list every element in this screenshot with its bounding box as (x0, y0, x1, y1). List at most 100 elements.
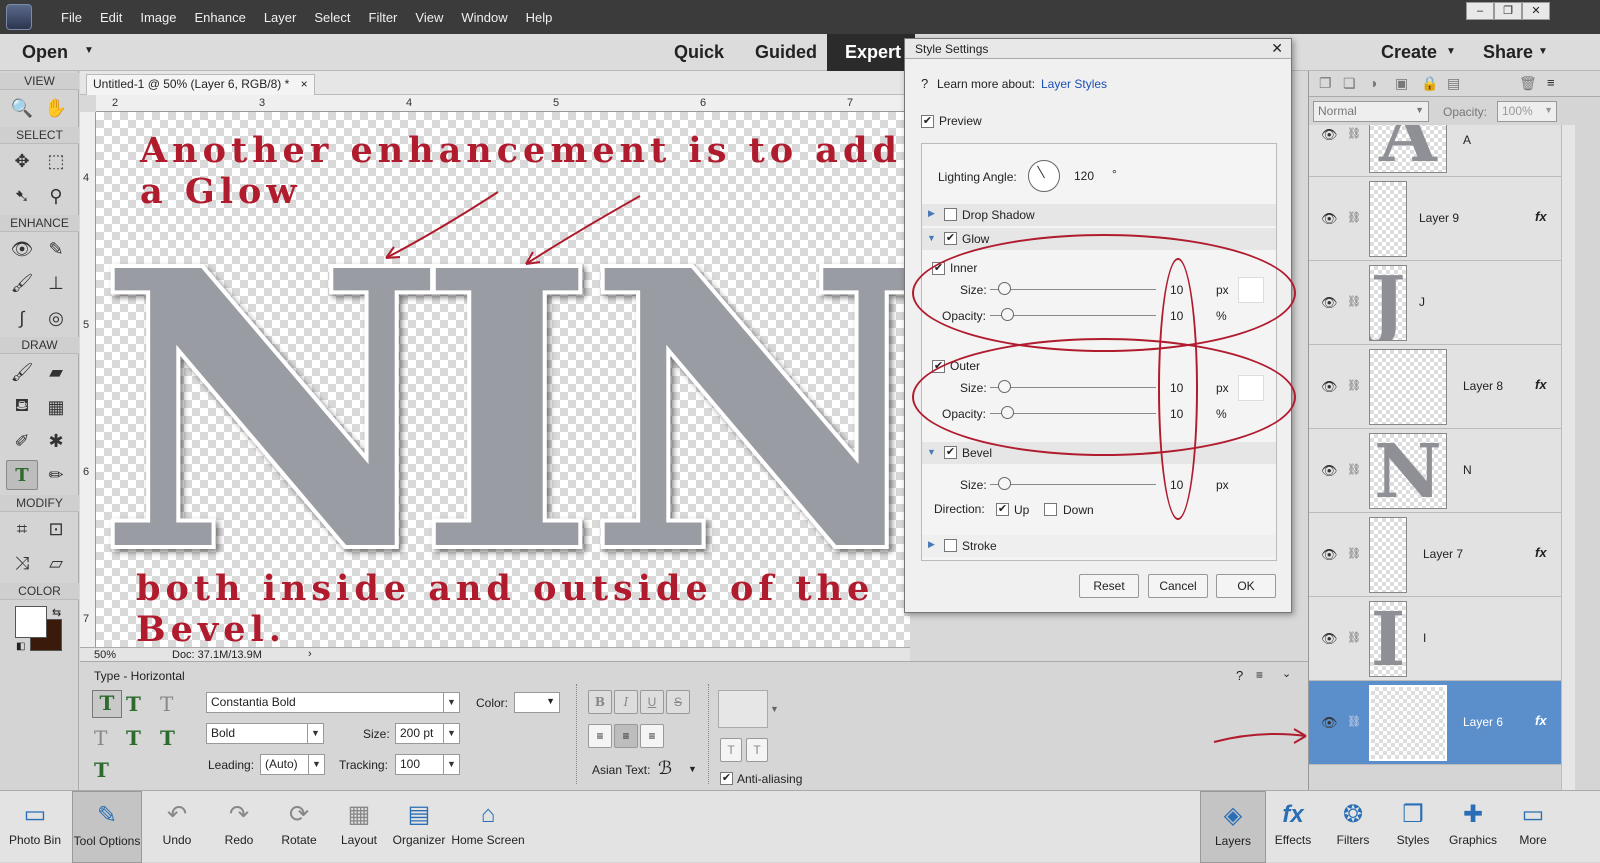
leading-input[interactable]: (Auto) ▼ (260, 754, 325, 775)
menu-enhance[interactable]: Enhance (186, 10, 255, 25)
menu-filter[interactable]: Filter (360, 10, 407, 25)
mode-expert[interactable]: Expert (827, 34, 916, 71)
document-canvas[interactable]: Another enhancement is to add a Glow N I… (96, 112, 910, 647)
stroke-checkbox[interactable] (944, 539, 957, 552)
menu-image[interactable]: Image (131, 10, 185, 25)
text-orientation-vertical-icon[interactable]: T (746, 738, 768, 762)
layer-row[interactable]: 👁 ⛓ I I (1309, 597, 1561, 681)
type-on-shape-icon[interactable]: T (160, 726, 175, 750)
mode-quick[interactable]: Quick (674, 42, 724, 63)
gradient-tool-icon[interactable]: ▦ (40, 392, 72, 422)
menu-file[interactable]: File (52, 10, 91, 25)
asian-text-icon[interactable]: ℬ (658, 758, 672, 779)
type-tool-icon[interactable]: T (6, 460, 38, 490)
reset-button[interactable]: Reset (1079, 574, 1139, 598)
panel-menu-icon[interactable]: ≡ (1256, 668, 1263, 682)
collapse-arrow-icon[interactable]: ▼ (927, 233, 936, 243)
warp-text-preview[interactable] (718, 690, 768, 728)
direction-up-checkbox[interactable]: ✔ (996, 503, 1009, 516)
create-button[interactable]: Create (1381, 42, 1437, 63)
menu-window[interactable]: Window (452, 10, 516, 25)
zoom-level[interactable]: 50% (94, 649, 116, 661)
recompose-tool-icon[interactable]: ⊡ (40, 514, 72, 544)
photo-bin-button[interactable]: ▭ Photo Bin (0, 791, 70, 863)
layer-row[interactable]: 👁 ⛓ A A (1309, 125, 1561, 177)
eye-icon[interactable]: 👁 (1321, 631, 1338, 647)
bold-button[interactable]: B (588, 690, 612, 714)
glow-checkbox[interactable]: ✔ (944, 232, 957, 245)
adjustment-layer-icon[interactable]: ◑ (1369, 75, 1377, 91)
align-right-icon[interactable]: ≡ (640, 724, 664, 748)
trash-icon[interactable]: 🗑 (1519, 75, 1537, 92)
status-arrow-icon[interactable]: › (308, 648, 312, 660)
clone-stamp-tool-icon[interactable]: ⊥ (40, 268, 72, 298)
direction-down-checkbox[interactable] (1044, 503, 1057, 516)
vertical-type-mask-icon[interactable]: T (94, 726, 107, 750)
layers-button[interactable]: ◈ Layers (1200, 791, 1266, 863)
eye-icon[interactable]: 👁 (1321, 211, 1338, 227)
styles-button[interactable]: ❒ Styles (1380, 791, 1446, 863)
ok-button[interactable]: OK (1216, 574, 1276, 598)
share-dropdown-icon[interactable]: ▼ (1538, 46, 1548, 57)
close-window-button[interactable]: ✕ (1522, 2, 1550, 20)
lock-transparency-icon[interactable]: ▤ (1447, 75, 1460, 92)
lighting-angle-dial[interactable] (1028, 160, 1060, 192)
fx-icon[interactable]: fx (1535, 209, 1547, 224)
new-group-icon[interactable]: ❏ (1343, 75, 1356, 92)
align-left-icon[interactable]: ≡ (588, 724, 612, 748)
chevron-down-icon[interactable]: ▼ (443, 693, 459, 712)
layer-row[interactable]: 👁 ⛓ Layer 7 fx (1309, 513, 1561, 597)
red-eye-tool-icon[interactable]: 👁 (6, 234, 38, 264)
blend-mode-select[interactable]: Normal ▼ (1313, 101, 1429, 122)
fx-icon[interactable]: fx (1535, 713, 1547, 728)
bevel-size-slider[interactable] (990, 477, 1156, 491)
quick-selection-tool-icon[interactable]: ⚲ (40, 181, 72, 211)
link-icon[interactable]: ⛓ (1347, 295, 1361, 308)
layer-row[interactable]: 👁 ⛓ N N (1309, 429, 1561, 513)
font-style-select[interactable]: Bold ▼ (206, 723, 324, 744)
link-icon[interactable]: ⛓ (1347, 715, 1361, 728)
lock-icon[interactable]: 🔒 (1421, 75, 1438, 92)
paint-bucket-tool-icon[interactable]: ⛾ (6, 392, 38, 422)
restore-button[interactable]: ❐ (1494, 2, 1522, 20)
blur-tool-icon[interactable]: ∫ (6, 303, 38, 333)
fx-icon[interactable]: fx (1535, 545, 1547, 560)
layer-row[interactable]: 👁 ⛓ Layer 9 fx (1309, 177, 1561, 261)
tool-options-button[interactable]: ✎ Tool Options (72, 791, 142, 863)
straighten-tool-icon[interactable]: ⏥ (40, 548, 72, 578)
zoom-tool-icon[interactable]: 🔍 (6, 93, 38, 123)
type-on-path-icon[interactable]: T (94, 758, 109, 782)
horizontal-type-icon[interactable]: T (92, 690, 122, 718)
text-orientation-icon[interactable]: T (720, 738, 742, 762)
close-icon[interactable]: ✕ (1271, 40, 1283, 57)
tracking-input[interactable]: 100 ▼ (395, 754, 460, 775)
shape-tool-icon[interactable]: ✱ (40, 426, 72, 456)
link-icon[interactable]: ⛓ (1347, 631, 1361, 644)
font-size-input[interactable]: 200 pt ▼ (395, 723, 460, 744)
pencil-tool-icon[interactable]: ✏ (40, 460, 72, 490)
more-button[interactable]: ▭ More (1500, 791, 1566, 863)
eye-icon[interactable]: 👁 (1321, 379, 1338, 395)
anti-aliasing-checkbox[interactable]: ✔ (720, 772, 733, 785)
drop-shadow-checkbox[interactable] (944, 208, 957, 221)
link-icon[interactable]: ⛓ (1347, 463, 1361, 476)
effects-button[interactable]: fx Effects (1260, 791, 1326, 863)
eraser-tool-icon[interactable]: ▰ (40, 357, 72, 387)
undo-button[interactable]: ↶ Undo (142, 791, 212, 863)
layer-mask-icon[interactable]: ▣ (1395, 75, 1408, 92)
foreground-color-swatch[interactable] (15, 606, 47, 638)
crop-tool-icon[interactable]: ⌗ (6, 514, 38, 544)
filters-button[interactable]: ❂ Filters (1320, 791, 1386, 863)
lasso-tool-icon[interactable]: ➷ (6, 181, 38, 211)
chevron-down-icon[interactable]: ▼ (770, 704, 779, 714)
collapse-arrow-icon[interactable]: ▼ (927, 447, 936, 457)
slider-knob[interactable] (998, 477, 1011, 490)
share-button[interactable]: Share (1483, 42, 1533, 63)
default-colors-icon[interactable]: ◧ (16, 641, 25, 652)
sponge-tool-icon[interactable]: ◎ (40, 303, 72, 333)
chevron-down-icon[interactable]: ▼ (307, 724, 323, 743)
opacity-input[interactable]: 100% ▼ (1497, 101, 1557, 122)
eye-icon[interactable]: 👁 (1321, 715, 1338, 731)
app-logo-icon[interactable] (6, 4, 32, 30)
eye-icon[interactable]: 👁 (1321, 127, 1338, 143)
